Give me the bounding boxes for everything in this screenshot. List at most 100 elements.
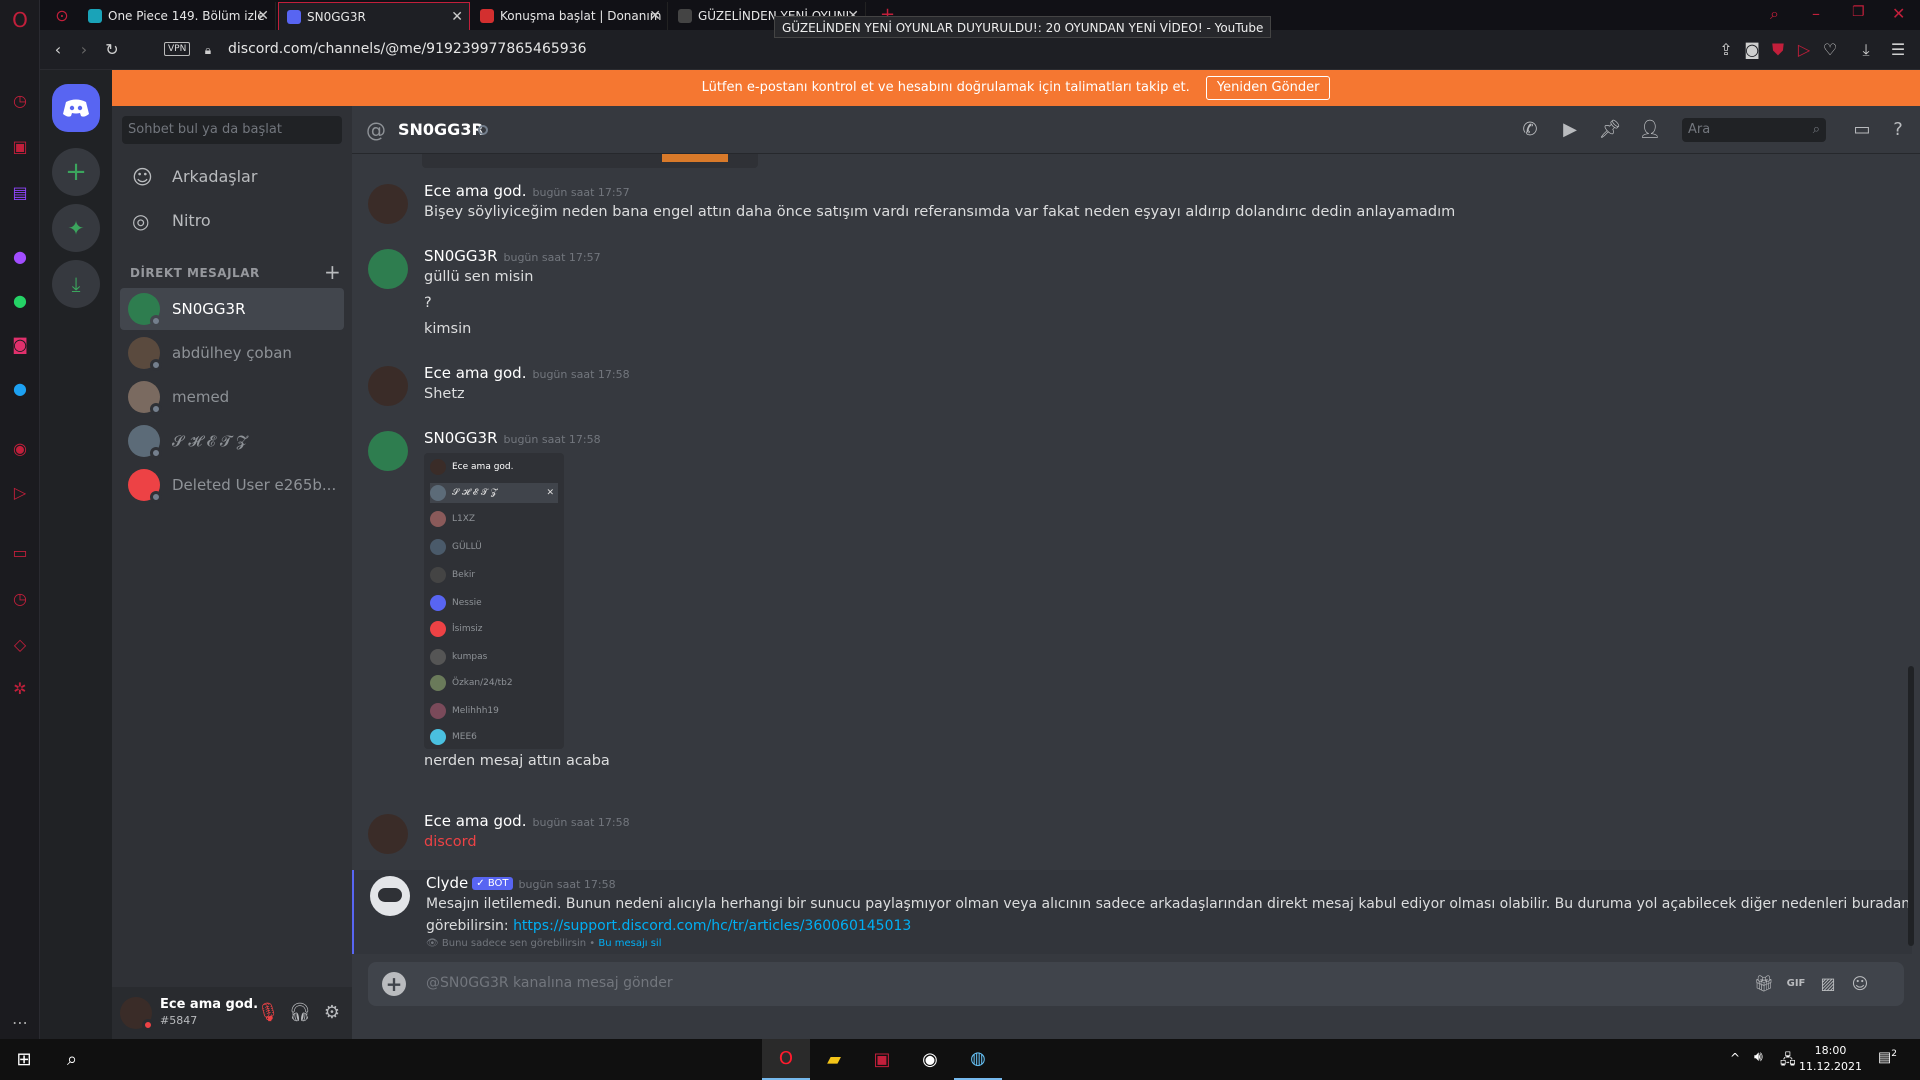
dm-search-input[interactable]: Sohbet bul ya da başlat: [122, 116, 342, 144]
author[interactable]: Ece ama god. bugün saat 17:58: [424, 364, 630, 382]
media-taskbar-icon[interactable]: ◉: [906, 1039, 954, 1080]
restore-icon[interactable]: ❐: [1852, 4, 1865, 20]
close-icon[interactable]: ✕: [451, 3, 463, 30]
dm-item-memed[interactable]: memed: [120, 376, 344, 418]
help-icon[interactable]: ?: [1886, 118, 1910, 142]
camera-icon[interactable]: ◙: [1742, 40, 1762, 60]
resend-button[interactable]: Yeniden Gönder: [1205, 76, 1331, 100]
attach-plus-icon[interactable]: +: [382, 972, 406, 996]
scrollbar[interactable]: [1908, 666, 1914, 946]
headphones-icon[interactable]: 🎧︎: [288, 1001, 312, 1025]
player-icon[interactable]: ◉: [8, 436, 32, 460]
whatsapp-icon[interactable]: ●: [8, 288, 32, 312]
gift-icon[interactable]: 🎁︎: [1752, 972, 1776, 996]
image-attachment[interactable]: Ece ama god. 𝓢 𝓗 𝓔 𝓣 𝓩 ✕ L1XZ GÜLLÜ Bekir…: [424, 453, 564, 749]
gif-icon[interactable]: GIF: [1784, 972, 1808, 996]
speed-dial-icon[interactable]: ◷: [8, 88, 32, 112]
dm-item-shetz[interactable]: 𝓢 𝓗 𝓔 𝓣 𝓩: [120, 420, 344, 462]
menu-icon[interactable]: ☰: [1888, 40, 1908, 60]
message-composer[interactable]: + @SN0GG3R kanalına mesaj gönder 🎁︎ GIF …: [368, 962, 1904, 1006]
steam-icon[interactable]: ◍: [954, 1039, 1002, 1080]
dm-item-sn0gg3r[interactable]: SN0GG3R: [120, 288, 344, 330]
instagram-icon[interactable]: ◙: [8, 332, 32, 356]
reload-icon[interactable]: ↻: [102, 40, 122, 60]
flow-send-icon[interactable]: ▷: [1794, 40, 1814, 60]
gx-icon[interactable]: ⊙: [50, 3, 74, 27]
extensions-icon[interactable]: ◇: [8, 632, 32, 656]
flow-icon[interactable]: ▷: [8, 480, 32, 504]
adblock-icon[interactable]: ⛊: [1768, 40, 1788, 60]
pin-icon[interactable]: 📌︎: [1598, 118, 1622, 142]
dm-item-deleted-user[interactable]: Deleted User e265b...: [120, 464, 344, 506]
author[interactable]: SN0GG3R bugün saat 17:58: [424, 429, 601, 447]
emoji-icon[interactable]: ☺: [1848, 972, 1872, 996]
twitch-icon[interactable]: ▤: [8, 180, 32, 204]
friends-nav[interactable]: ☺ Arkadaşlar: [120, 156, 344, 198]
avatar[interactable]: [368, 184, 408, 224]
mute-mic-icon[interactable]: 🎙︎: [256, 1001, 280, 1025]
avatar[interactable]: [368, 249, 408, 289]
avatar[interactable]: [368, 366, 408, 406]
lock-icon[interactable]: 🔒︎: [198, 40, 218, 60]
close-icon[interactable]: ✕: [257, 2, 269, 30]
download-apps-icon[interactable]: ⤓: [52, 260, 100, 308]
avatar[interactable]: [368, 431, 408, 471]
history-icon[interactable]: ◷: [8, 586, 32, 610]
opera-logo-icon[interactable]: O: [8, 8, 32, 32]
previous-attachment[interactable]: [422, 154, 758, 168]
search-icon[interactable]: ⌕: [48, 1039, 96, 1080]
pinboard-icon[interactable]: ▭: [8, 540, 32, 564]
volume-icon[interactable]: 🔊︎: [1754, 1049, 1763, 1065]
inbox-icon[interactable]: ▭: [1850, 118, 1874, 142]
sticker-icon[interactable]: ▨: [1816, 972, 1840, 996]
add-server-icon[interactable]: +: [52, 148, 100, 196]
tab-donanim[interactable]: Konuşma başlat | Donanım ✕: [472, 2, 668, 30]
minimize-icon[interactable]: –: [1812, 4, 1820, 23]
dm-item-abdulhey[interactable]: abdülhey çoban: [120, 332, 344, 374]
add-friend-icon[interactable]: 👤︎: [1638, 118, 1662, 142]
close-icon[interactable]: ✕: [649, 2, 661, 30]
bag-icon[interactable]: ▣: [8, 134, 32, 158]
user-settings-icon[interactable]: ⚙: [320, 1001, 344, 1025]
avatar[interactable]: [368, 814, 408, 854]
video-call-icon[interactable]: ▶: [1558, 118, 1582, 142]
close-window-icon[interactable]: ✕: [1892, 4, 1905, 23]
share-icon[interactable]: ⇪: [1716, 40, 1736, 60]
vpn-badge[interactable]: VPN: [164, 42, 191, 56]
notifications-icon[interactable]: ▤2: [1878, 1049, 1897, 1066]
author[interactable]: Ece ama god. bugün saat 17:57: [424, 182, 630, 200]
search-icon[interactable]: ⌕: [1770, 4, 1779, 24]
tab-sn0gg3r[interactable]: SN0GG3R ✕: [278, 2, 470, 30]
author[interactable]: SN0GG3R bugün saat 17:57: [424, 247, 601, 265]
windows-start-icon[interactable]: ⊞: [0, 1039, 48, 1080]
more-icon[interactable]: ⋯: [8, 1010, 32, 1034]
twitter-icon[interactable]: ●: [8, 376, 32, 400]
chat-search-input[interactable]: Ara ⌕: [1682, 118, 1826, 142]
opera-gx-taskbar-icon[interactable]: O: [762, 1039, 810, 1080]
delete-message-link[interactable]: Bu mesajı sil: [598, 938, 661, 949]
clyde-avatar[interactable]: [370, 876, 410, 916]
tab-one-piece[interactable]: One Piece 149. Bölüm izle ✕: [80, 2, 276, 30]
file-explorer-icon[interactable]: ▰: [810, 1039, 858, 1080]
url-field[interactable]: discord.com/channels/@me/919239977865465…: [228, 41, 587, 57]
composer-placeholder[interactable]: @SN0GG3R kanalına mesaj gönder: [426, 975, 673, 991]
support-link[interactable]: https://support.discord.com/hc/tr/articl…: [513, 918, 911, 934]
messenger-icon[interactable]: ●: [8, 244, 32, 268]
download-icon[interactable]: ⤓: [1856, 40, 1876, 60]
system-clock[interactable]: 18:00 11.12.2021: [1799, 1043, 1862, 1075]
discord-home-icon[interactable]: [52, 84, 100, 132]
author[interactable]: Clyde ✓ BOT bugün saat 17:58: [426, 874, 616, 892]
create-dm-icon[interactable]: +: [324, 260, 341, 284]
nitro-nav[interactable]: ◎ Nitro: [120, 200, 344, 242]
tray-chevron-icon[interactable]: ^: [1730, 1051, 1740, 1065]
voice-call-icon[interactable]: ✆: [1518, 118, 1542, 142]
heart-icon[interactable]: ♡: [1820, 40, 1840, 60]
forward-icon[interactable]: ›: [74, 40, 94, 60]
network-icon[interactable]: 🖧︎: [1780, 1049, 1796, 1073]
author[interactable]: Ece ama god. bugün saat 17:58: [424, 812, 630, 830]
explore-servers-icon[interactable]: ✦: [52, 204, 100, 252]
app-taskbar-icon[interactable]: ▣: [858, 1039, 906, 1080]
settings-icon[interactable]: ✲: [8, 676, 32, 700]
back-icon[interactable]: ‹: [48, 40, 68, 60]
attachment-row: 𝓢 𝓗 𝓔 𝓣 𝓩 ✕: [430, 483, 558, 503]
